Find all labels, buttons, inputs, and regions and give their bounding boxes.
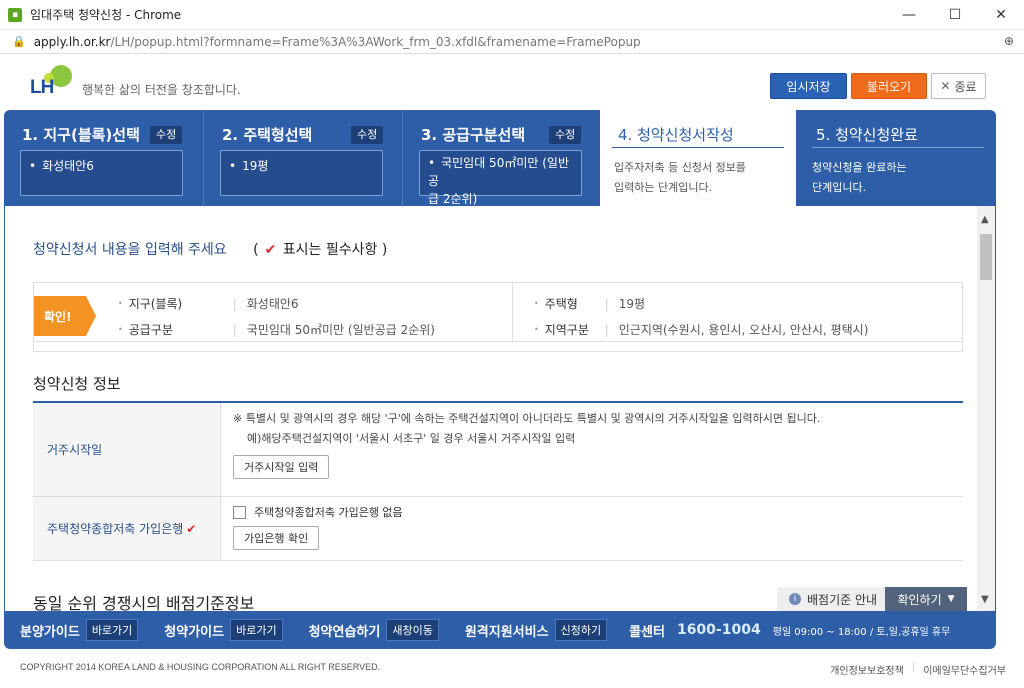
exit-button[interactable]: ✕ 종료 [931,73,986,99]
lock-icon[interactable]: 🔒 [12,35,26,48]
bottom-guide-bar: 분양가이드 바로가기 청약가이드 바로가기 청약연습하기 새창이동 원격지원서비스 신청… [4,611,996,649]
lh-header: LH 행복한 삶의 터전을 창조합니다. 임시저장 불러오기 ✕ 종료 [0,55,1024,110]
step-4-active: 4. 청약신청서작성 입주자저축 등 신청서 정보를 입력하는 단계입니다. [600,110,796,214]
step-3: 3. 공급구분선택 수정 • 국민임대 50㎡미만 (일반공 급 2순위) [402,110,599,206]
step-1-edit-button[interactable]: 수정 [150,126,183,144]
scroll-up-icon[interactable]: ▲ [981,214,989,225]
no-bank-checkbox[interactable] [233,505,246,519]
no-bank-option[interactable]: 주택청약종합저축 가입은행 없음 [233,504,403,520]
application-info-form: 거주시작일 ※ 특별시 및 광역시의 경우 해당 '구'에 속하는 주택건설지역… [33,401,963,561]
scoring-guide-button[interactable]: i 배점기준 안내 [777,587,885,611]
scoring-confirm-button[interactable]: 확인하기 ▼ [885,587,967,611]
url-text[interactable]: apply.lh.or.kr/LH/popup.html?formname=Fr… [34,35,641,49]
step-3-edit-button[interactable]: 수정 [549,126,582,144]
residence-start-input-button[interactable]: 거주시작일 입력 [233,455,330,479]
summary-supply-type: • 공급구분 | 국민임대 50㎡미만 (일반공급 2순위) [118,322,435,338]
step-1-value: • 화성태안6 [20,150,183,196]
zoom-icon[interactable]: ⊕ [1004,34,1014,48]
browser-title-bar: ▪ 임대주택 청약신청 - Chrome — ☐ ✕ [0,0,1024,30]
lh-logo: LH [30,65,76,99]
sale-guide-link[interactable]: 바로가기 [85,619,139,641]
bank-row: 주택청약종합저축 가입은행 ✔ 주택청약종합저축 가입은행 없음 가입은행 확인 [33,497,963,561]
step-1: 1. 지구(블록)선택 수정 • 화성태안6 [4,110,201,206]
required-check-icon: (✔ [253,242,277,258]
practice: 청약연습하기 새창이동 [309,619,439,641]
step-2: 2. 주택형선택 수정 • 19평 [203,110,400,206]
temp-save-button[interactable]: 임시저장 [770,73,847,99]
required-check-icon: ✔ [186,521,197,536]
confirm-badge: 확인! [34,296,96,336]
bank-label: 주택청약종합저축 가입은행 ✔ [33,497,221,560]
window-title: 임대주택 청약신청 - Chrome [30,8,182,22]
maximize-icon[interactable]: ☐ [932,0,978,30]
application-guide: 청약가이드 바로가기 [164,619,283,641]
content-frame: 청약신청서 내용을 입력해 주세요 (✔ 표시는 필수사항 ) 확인! • 지구(… [4,206,996,611]
footer-links: 개인정보보호정책 | 이메일무단수집거부 [830,662,1006,677]
application-guide-link[interactable]: 바로가기 [230,619,283,641]
section-title-application-info: 청약신청 정보 [33,375,121,393]
residence-start-row: 거주시작일 ※ 특별시 및 광역시의 경우 해당 '구'에 속하는 주택건설지역… [33,403,963,497]
form-content: 청약신청서 내용을 입력해 주세요 (✔ 표시는 필수사항 ) 확인! • 지구(… [33,206,968,611]
call-center-hours: 평일 09:00 ~ 18:00 / 토,일,공휴일 휴무 [772,626,951,638]
minimize-icon[interactable]: — [886,0,932,30]
practice-link[interactable]: 새창이동 [386,619,439,641]
address-bar[interactable]: 🔒 apply.lh.or.kr/LH/popup.html?formname=… [0,30,1024,54]
step-3-value: • 국민임대 50㎡미만 (일반공 급 2순위) [419,150,582,206]
email-refusal-link[interactable]: 이메일무단수집거부 [923,662,1006,677]
summary-region: • 지역구분 | 인근지역(수원시, 용인시, 오산시, 안산시, 평택시) [534,322,869,338]
scroll-down-icon[interactable]: ▼ [981,594,989,605]
remote-support: 원격지원서비스 신청하기 [465,619,608,641]
load-button[interactable]: 불러오기 [851,73,927,99]
remote-support-link[interactable]: 신청하기 [554,619,608,641]
close-window-icon[interactable]: ✕ [978,0,1024,30]
step-4-desc: 입주자저축 등 신청서 정보를 입력하는 단계입니다. [614,161,746,194]
call-center: 콜센터 1600-1004 평일 09:00 ~ 18:00 / 토,일,공휴일… [629,622,951,640]
selection-summary: 확인! • 지구(블록) | 화성태안6 • 공급구분 | 국민임대 50㎡미만 (일반공급… [33,282,963,352]
step-2-value: • 19평 [220,150,383,196]
close-icon: ✕ [940,79,951,93]
sale-guide: 분양가이드 바로가기 [20,619,139,641]
step-5-desc: 청약신청을 완료하는 단계입니다. [812,161,907,194]
bank-check-button[interactable]: 가입은행 확인 [233,526,320,550]
summary-district: • 지구(블록) | 화성태안6 [118,296,299,312]
section-title-scoring: 동일 순위 경쟁시의 배점기준정보 [33,594,255,611]
copyright: COPYRIGHT 2014 KOREA LAND & HOUSING CORP… [20,662,381,672]
vertical-scrollbar[interactable]: ▲ ▼ [977,206,995,611]
step-5: 5. 청약신청완료 청약신청을 완료하는 단계입니다. [798,110,996,206]
privacy-policy-link[interactable]: 개인정보보호정책 [830,662,904,677]
scroll-thumb[interactable] [980,234,992,280]
info-icon: i [789,593,801,605]
site-favicon-icon: ▪ [8,7,22,22]
step-progress: 1. 지구(블록)선택 수정 • 화성태안6 2. 주택형선택 수정 • 19평 3… [4,110,996,214]
required-notice: 청약신청서 내용을 입력해 주세요 (✔ 표시는 필수사항 ) [33,242,388,258]
step-2-edit-button[interactable]: 수정 [351,126,384,144]
chevron-down-icon: ▼ [947,594,955,604]
call-center-number: 1600-1004 [676,622,761,638]
window-controls: — ☐ ✕ [886,0,1024,30]
residence-start-label: 거주시작일 [33,403,221,496]
slogan: 행복한 삶의 터전을 창조합니다. [82,83,241,97]
summary-house-type: • 주택형 | 19평 [534,296,646,312]
residence-note: ※ 특별시 및 광역시의 경우 해당 '구'에 속하는 주택건설지역이 아니더라… [233,412,821,445]
